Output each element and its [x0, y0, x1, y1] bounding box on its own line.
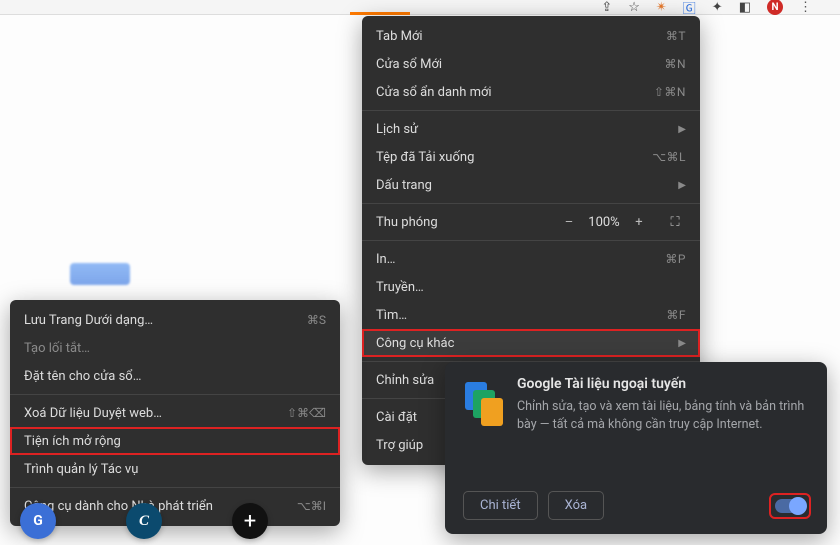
menu-item-shortcut: ⌘P	[665, 252, 686, 266]
menu-print[interactable]: In… ⌘P	[362, 245, 700, 273]
extension-description: Chỉnh sửa, tạo và xem tài liệu, bảng tín…	[517, 398, 809, 434]
menu-item-label: Trình quản lý Tác vụ	[24, 462, 138, 477]
enable-toggle[interactable]	[775, 499, 805, 513]
extension-actions: Chi tiết Xóa	[463, 491, 809, 520]
submenu-extensions[interactable]: Tiện ích mở rộng	[10, 427, 340, 455]
more-tools-submenu: Lưu Trang Dưới dạng… ⌘S Tạo lối tắt… Đặt…	[10, 300, 340, 526]
menu-item-label: Tìm…	[376, 308, 407, 323]
details-button[interactable]: Chi tiết	[463, 491, 538, 520]
submenu-arrow-icon: ▶	[678, 338, 686, 349]
menu-new-tab[interactable]: Tab Mới ⌘T	[362, 22, 700, 50]
profile-avatar[interactable]: N	[767, 0, 783, 15]
toolbar-icon-group: ⇪ ☆ ✴ 🄶 ✦ ◧ N ⋮	[601, 0, 812, 14]
canva-shortcut[interactable]: C	[126, 503, 162, 539]
google-docs-icon	[463, 382, 503, 422]
kebab-menu-icon[interactable]: ⋮	[799, 0, 812, 15]
submenu-save-as[interactable]: Lưu Trang Dưới dạng… ⌘S	[10, 306, 340, 334]
browser-toolbar: ⇪ ☆ ✴ 🄶 ✦ ◧ N ⋮	[0, 0, 840, 15]
menu-item-label: Tab Mới	[376, 29, 423, 44]
zoom-in-button[interactable]: +	[628, 215, 650, 230]
shortcut-icons-row: G C +	[20, 503, 268, 539]
extension-title: Google Tài liệu ngoại tuyến	[517, 376, 809, 392]
translate-icon[interactable]: 🄶	[683, 0, 696, 17]
menu-separator	[10, 394, 340, 395]
partial-background-element	[70, 263, 130, 285]
menu-item-label: Xoá Dữ liệu Duyệt web…	[24, 406, 162, 421]
star-icon[interactable]: ☆	[628, 0, 640, 15]
menu-item-label: Lưu Trang Dưới dạng…	[24, 313, 153, 328]
menu-item-shortcut: ⌘S	[307, 313, 326, 327]
menu-item-label: Tệp đã Tải xuống	[376, 150, 474, 165]
zoom-percent: 100%	[580, 215, 628, 230]
submenu-task-manager[interactable]: Trình quản lý Tác vụ	[10, 455, 340, 483]
menu-separator	[362, 203, 700, 204]
menu-item-label: Truyền…	[376, 280, 424, 295]
menu-item-shortcut: ⌘F	[666, 308, 686, 322]
menu-item-label: Tạo lối tắt…	[24, 341, 90, 356]
menu-item-shortcut: ⌥⌘L	[652, 150, 686, 164]
menu-item-shortcut: ⇧⌘N	[654, 85, 686, 99]
remove-button[interactable]: Xóa	[548, 491, 605, 520]
menu-new-incognito[interactable]: Cửa sổ ẩn danh mới ⇧⌘N	[362, 78, 700, 106]
menu-find[interactable]: Tìm… ⌘F	[362, 301, 700, 329]
menu-item-label: Cửa sổ Mới	[376, 57, 442, 72]
add-shortcut-button[interactable]: +	[232, 503, 268, 539]
menu-item-shortcut: ⌥⌘I	[297, 499, 326, 513]
menu-item-label: In…	[376, 252, 395, 267]
submenu-name-window[interactable]: Đặt tên cho cửa sổ…	[10, 362, 340, 390]
menu-item-shortcut: ⌘T	[666, 29, 686, 43]
menu-item-label: Cài đặt	[376, 410, 417, 425]
extension-card: Google Tài liệu ngoại tuyến Chỉnh sửa, t…	[445, 362, 827, 534]
submenu-arrow-icon: ▶	[678, 124, 686, 135]
menu-item-label: Cửa sổ ẩn danh mới	[376, 85, 492, 100]
google-translate-shortcut[interactable]: G	[20, 503, 56, 539]
menu-bookmarks[interactable]: Dấu trang ▶	[362, 171, 700, 199]
menu-new-window[interactable]: Cửa sổ Mới ⌘N	[362, 50, 700, 78]
fullscreen-icon[interactable]: ⛶	[664, 215, 686, 230]
menu-item-label: Trợ giúp	[376, 438, 423, 453]
menu-downloads[interactable]: Tệp đã Tải xuống ⌥⌘L	[362, 143, 700, 171]
submenu-clear-browsing[interactable]: Xoá Dữ liệu Duyệt web… ⇧⌘⌫	[10, 399, 340, 427]
menu-zoom-row: Thu phóng – 100% + ⛶	[362, 208, 700, 236]
extension-card-header: Google Tài liệu ngoại tuyến Chỉnh sửa, t…	[463, 376, 809, 434]
menu-separator	[10, 487, 340, 488]
tabs-icon[interactable]: ◧	[739, 0, 751, 15]
menu-separator	[362, 110, 700, 111]
toggle-highlight-box	[771, 495, 809, 517]
menu-cast[interactable]: Truyền…	[362, 273, 700, 301]
menu-item-label: Đặt tên cho cửa sổ…	[24, 369, 141, 384]
menu-item-label: Công cụ khác	[376, 336, 454, 351]
zoom-out-button[interactable]: –	[558, 215, 580, 230]
share-icon[interactable]: ⇪	[601, 0, 612, 15]
menu-more-tools[interactable]: Công cụ khác ▶	[362, 329, 700, 357]
puzzle-icon[interactable]: ✦	[712, 0, 723, 15]
active-tab-underline	[350, 12, 410, 15]
zoom-label: Thu phóng	[376, 215, 558, 230]
submenu-create-shortcut[interactable]: Tạo lối tắt…	[10, 334, 340, 362]
menu-item-label: Dấu trang	[376, 178, 432, 193]
menu-history[interactable]: Lịch sử ▶	[362, 115, 700, 143]
menu-separator	[362, 240, 700, 241]
submenu-arrow-icon: ▶	[678, 180, 686, 191]
menu-item-label: Tiện ích mở rộng	[24, 434, 121, 449]
menu-item-shortcut: ⇧⌘⌫	[287, 406, 326, 420]
menu-item-label: Lịch sử	[376, 122, 418, 137]
menu-item-shortcut: ⌘N	[664, 57, 686, 71]
extension-orange-icon[interactable]: ✴	[656, 0, 667, 15]
